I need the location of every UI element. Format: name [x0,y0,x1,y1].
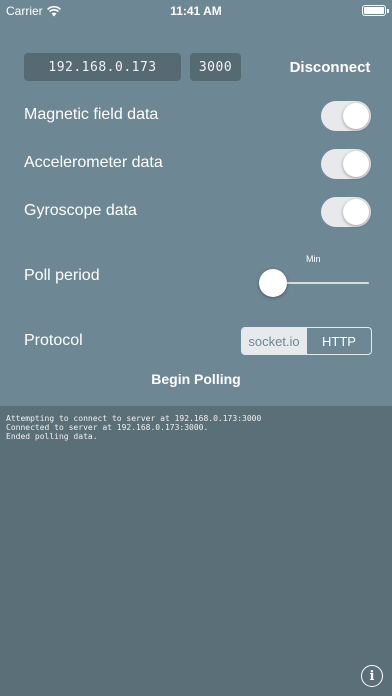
poll-period-slider[interactable] [259,268,369,298]
log-line: Attempting to connect to server at 192.1… [6,414,262,423]
accelerometer-label: Accelerometer data [24,154,163,171]
begin-polling-button[interactable]: Begin Polling [0,371,392,387]
log-line: Connected to server at 192.168.0.173:300… [6,423,209,432]
protocol-label: Protocol [24,332,83,349]
magnetic-field-label: Magnetic field data [24,106,159,123]
poll-period-label: Poll period [24,267,100,284]
status-time: 11:41 AM [170,4,222,18]
log-line: Ended polling data. [6,432,98,441]
protocol-option-socketio[interactable]: socket.io [242,328,306,354]
protocol-option-http[interactable]: HTTP [306,328,371,354]
magnetic-field-toggle[interactable] [321,101,371,131]
slider-thumb[interactable] [259,269,287,297]
disconnect-button[interactable]: Disconnect [284,59,376,76]
battery-icon [362,5,389,16]
slider-min-label: Min [306,254,321,264]
log-console: Attempting to connect to server at 192.1… [6,414,386,441]
toggle-knob [343,199,369,225]
gyroscope-label: Gyroscope data [24,202,137,219]
protocol-segmented-control: socket.io HTTP [241,327,372,355]
status-bar: Carrier 11:41 AM [0,0,392,22]
toggle-knob [343,151,369,177]
battery-level [364,7,384,14]
info-icon[interactable]: i [361,665,383,687]
toggle-knob [343,103,369,129]
accelerometer-toggle[interactable] [321,149,371,179]
ip-address-field[interactable]: 192.168.0.173 [24,53,181,81]
port-field[interactable]: 3000 [190,53,241,81]
gyroscope-toggle[interactable] [321,197,371,227]
